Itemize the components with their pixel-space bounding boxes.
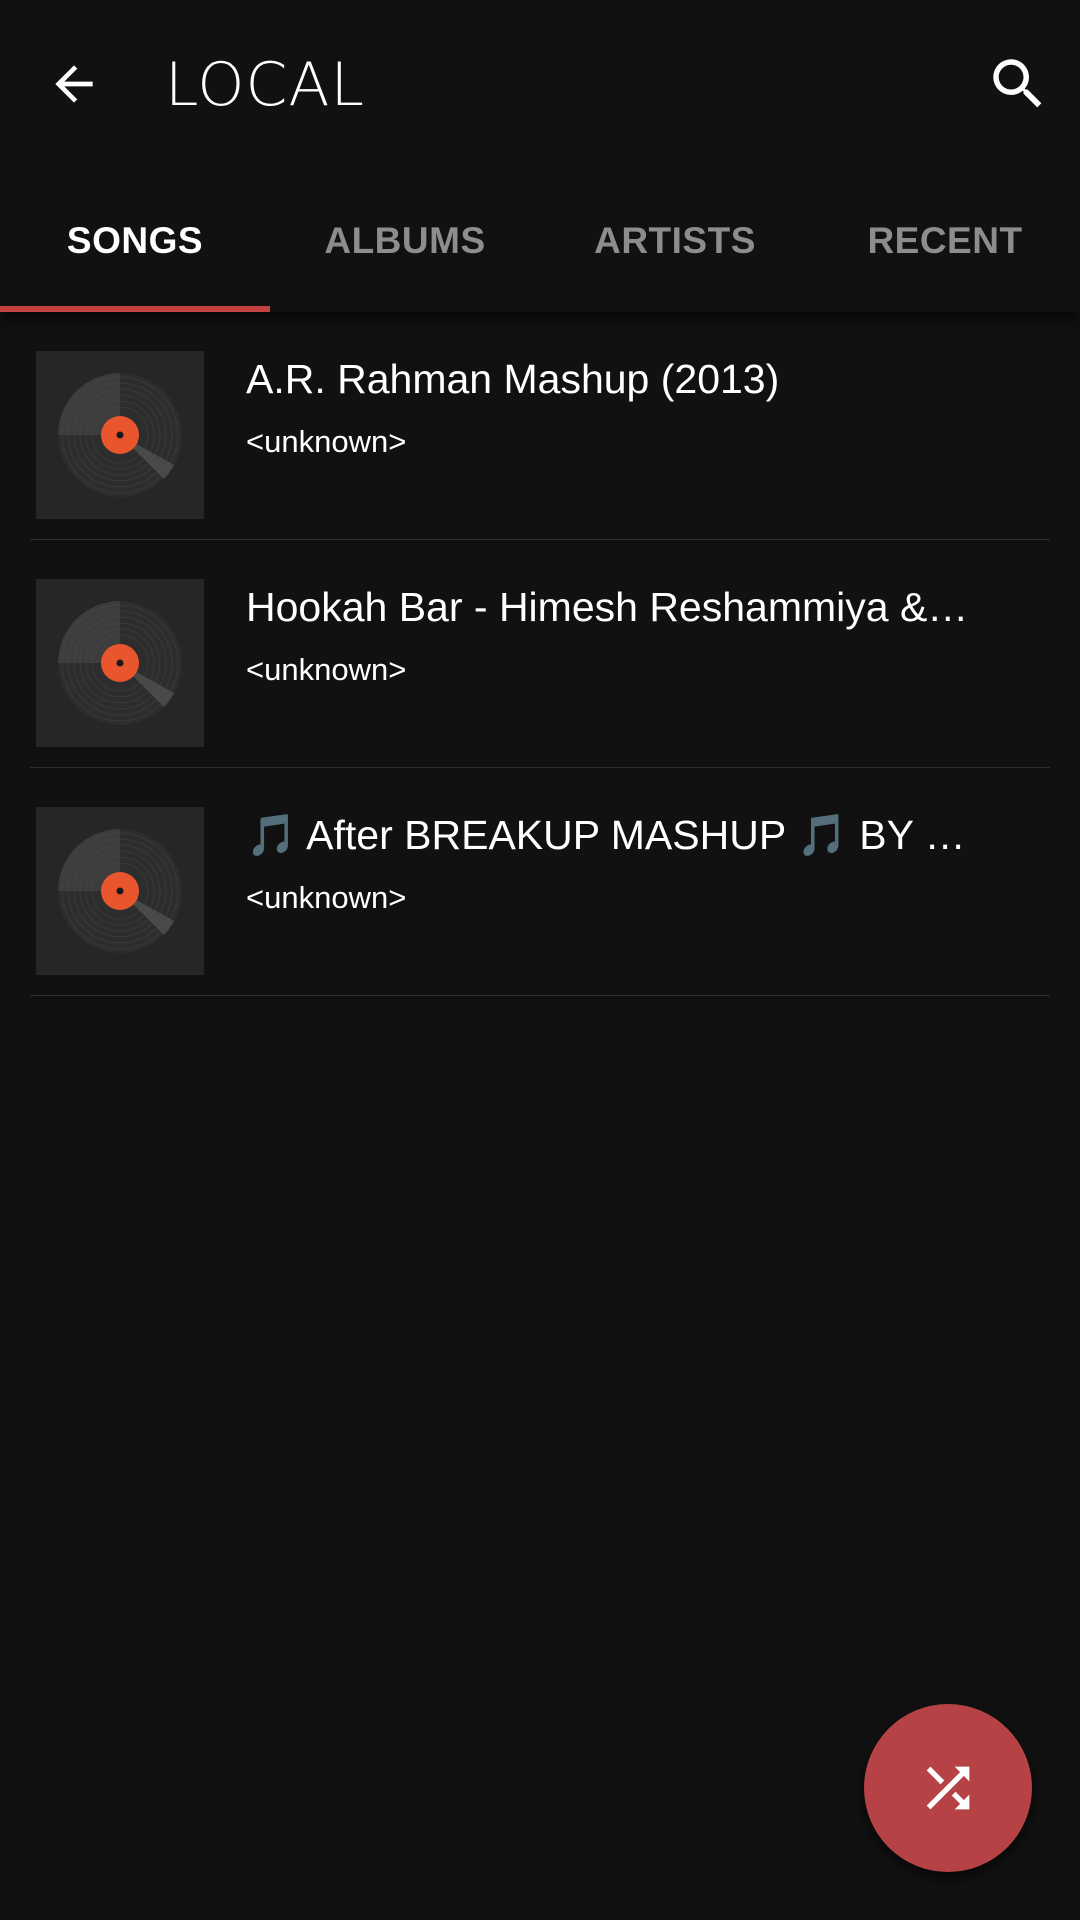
tab-albums[interactable]: ALBUMS	[270, 170, 540, 312]
tab-songs[interactable]: SONGS	[0, 170, 270, 312]
arrow-left-icon	[55, 65, 93, 103]
search-button[interactable]	[978, 44, 1058, 124]
row-divider	[30, 995, 1050, 996]
song-row[interactable]: Hookah Bar - Himesh Reshammiya &… <unkno…	[0, 540, 1080, 768]
song-artist: <unknown>	[246, 652, 407, 687]
song-row[interactable]: A.R. Rahman Mashup (2013) <unknown>	[0, 312, 1080, 540]
vinyl-record-icon	[58, 829, 182, 953]
album-art	[36, 579, 204, 747]
shuffle-button[interactable]	[864, 1704, 1032, 1872]
song-artist: <unknown>	[246, 880, 407, 915]
back-button[interactable]	[34, 44, 114, 124]
tab-bar: SONGS ALBUMS ARTISTS RECENT	[0, 170, 1080, 312]
shuffle-icon	[926, 1766, 970, 1810]
app-bar: LOCAL	[0, 0, 1080, 170]
vinyl-record-icon	[58, 601, 182, 725]
song-artist: <unknown>	[246, 424, 407, 459]
album-art	[36, 351, 204, 519]
tab-recent[interactable]: RECENT	[810, 170, 1080, 312]
song-title: Hookah Bar - Himesh Reshammiya &…	[246, 584, 969, 630]
tab-artists[interactable]: ARTISTS	[540, 170, 810, 312]
song-title: 🎵 After BREAKUP MASHUP 🎵 BY Dj…	[246, 812, 986, 858]
album-art	[36, 807, 204, 975]
song-row[interactable]: 🎵 After BREAKUP MASHUP 🎵 BY Dj… <unknown…	[0, 768, 1080, 996]
song-list: A.R. Rahman Mashup (2013) <unknown> Hook…	[0, 312, 1080, 996]
page-title: LOCAL	[165, 50, 365, 120]
search-icon	[993, 59, 1042, 108]
vinyl-record-icon	[58, 373, 182, 497]
song-title: A.R. Rahman Mashup (2013)	[246, 356, 780, 402]
